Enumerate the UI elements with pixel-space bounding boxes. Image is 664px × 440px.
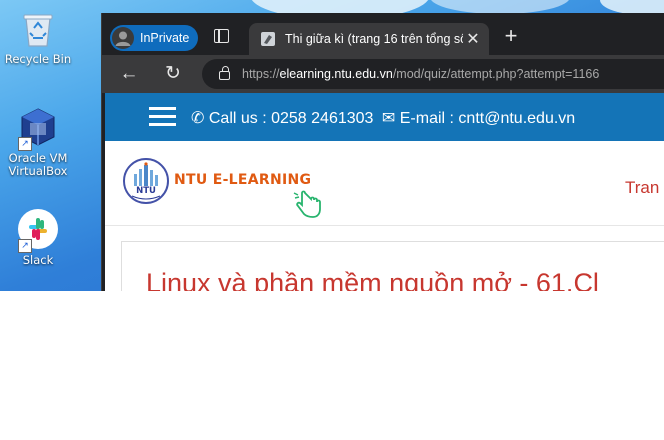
page-favicon-icon [261,32,275,46]
url-path: /mod/quiz/attempt.php?attempt=1166 [392,67,600,81]
site-header: NTU NTU E-LEARNING Tran [105,141,664,226]
mail-icon: ✉ [381,110,396,127]
logo-badge-text: NTU [136,186,156,196]
profile-avatar-icon [112,27,134,49]
inprivate-label: InPrivate [140,31,190,45]
course-title: Linux và phần mềm nguồn mở - 61.Cl [146,268,599,291]
slack-icon: ↗ [16,207,60,253]
shortcut-arrow-icon: ↗ [18,239,32,253]
shortcut-arrow-icon: ↗ [18,137,32,151]
tab-actions-icon[interactable] [214,29,229,43]
recycle-bin-icon [16,6,60,50]
slack-label: Slack [22,253,54,267]
nav-link-home[interactable]: Tran [625,178,659,198]
lock-icon [219,66,230,80]
recycle-bin-label: Recycle Bin [4,52,72,66]
site-contact-bar: ✆ Call us : 0258 2461303 ✉ E-mail : cntt… [105,93,664,141]
phone-text: Call us : 0258 2461303 [208,110,374,127]
url-host: elearning.ntu.edu.vn [279,67,393,81]
refresh-button[interactable]: ↻ [162,63,184,85]
ntu-logo-icon[interactable]: NTU [123,158,169,204]
new-tab-button[interactable]: + [500,25,522,47]
course-card: Linux và phần mềm nguồn mở - 61.Cl [121,241,664,291]
contact-info: ✆ Call us : 0258 2461303 ✉ E-mail : cntt… [191,108,575,128]
virtualbox-icon: ↗ [16,105,60,151]
web-page: ✆ Call us : 0258 2461303 ✉ E-mail : cntt… [105,93,664,291]
address-bar-row: ← ↻ https://elearning.ntu.edu.vn/mod/qui… [102,55,664,93]
tab-bar: InPrivate Thi giữa kì (trang 16 trên tổn… [102,13,664,55]
tab-title: Thi giữa kì (trang 16 trên tổng số [285,32,463,46]
url-scheme: https:// [242,67,280,81]
virtualbox-label: Oracle VM VirtualBox [8,151,68,178]
inprivate-badge[interactable]: InPrivate [110,25,198,51]
desktop-icon-virtualbox[interactable]: ↗ Oracle VM VirtualBox [0,105,76,178]
site-logo-text[interactable]: NTU E-LEARNING [174,172,311,188]
browser-window: InPrivate Thi giữa kì (trang 16 trên tổn… [101,13,664,291]
url-field[interactable]: https://elearning.ntu.edu.vn/mod/quiz/at… [202,59,664,89]
phone-icon: ✆ [191,110,205,127]
hand-cursor-icon [292,187,326,221]
tab-close-icon[interactable]: ✕ [463,29,483,49]
desktop-icon-slack[interactable]: ↗ Slack [0,207,76,267]
tab-active[interactable]: Thi giữa kì (trang 16 trên tổng số ✕ [249,23,489,55]
hamburger-menu-icon[interactable] [149,107,176,127]
email-text: E-mail : cntt@ntu.edu.vn [399,110,576,127]
back-button[interactable]: ← [118,63,140,85]
desktop-icon-recycle-bin[interactable]: Recycle Bin [0,6,76,66]
